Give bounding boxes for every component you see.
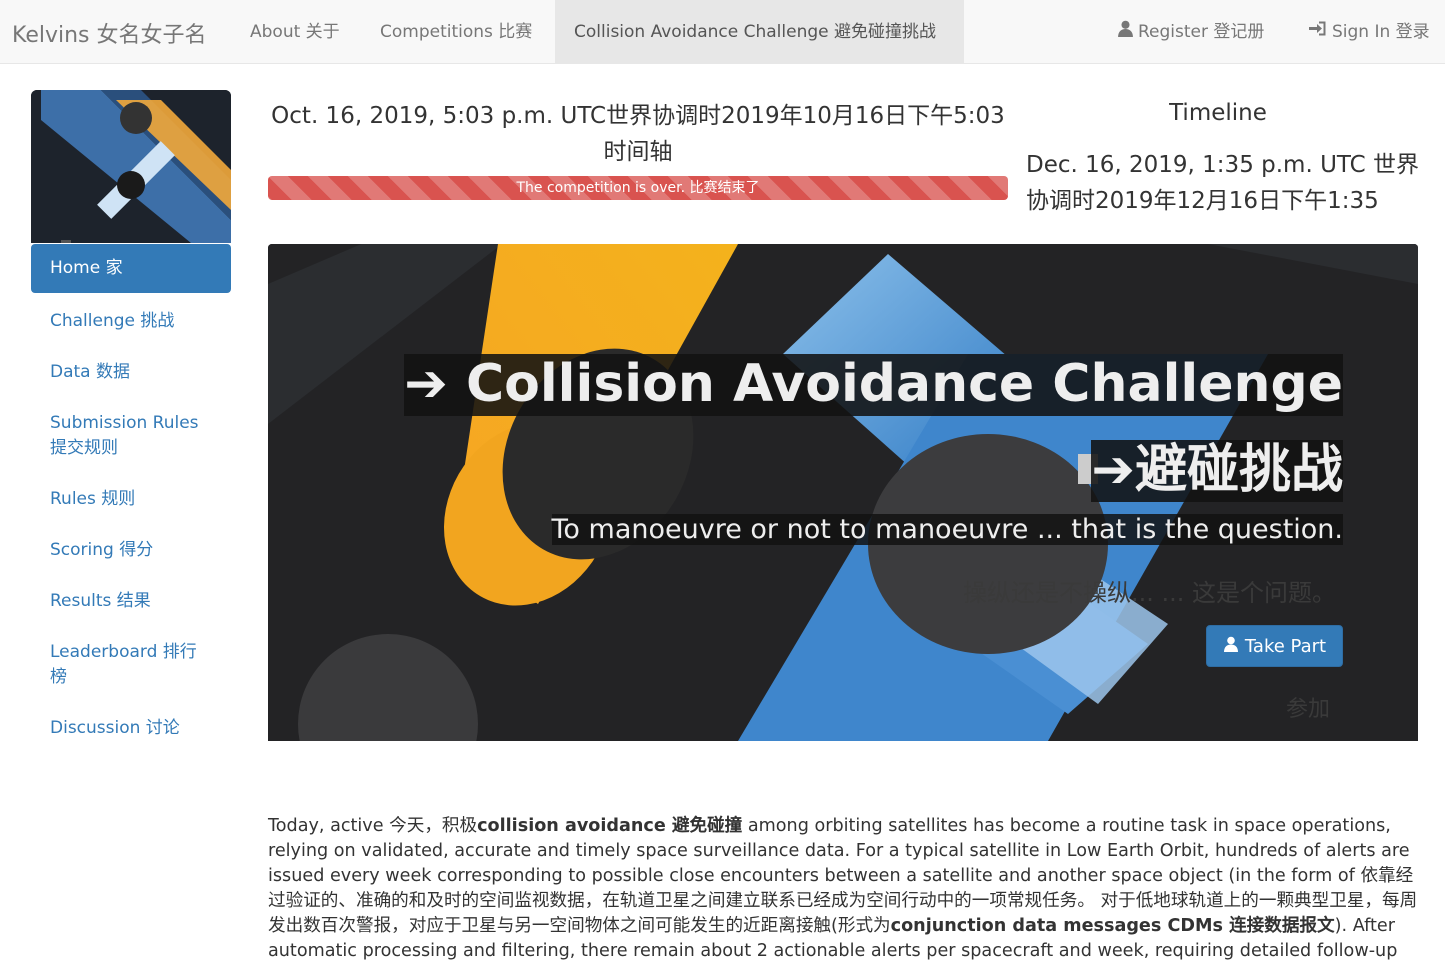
hero-banner: ➔ Collision Avoidance Challenge ➔避碰挑战 To…: [268, 244, 1418, 741]
sidebar-item-leaderboard[interactable]: Leaderboard 排行榜: [31, 628, 231, 702]
challenge-logo-image: [31, 90, 231, 243]
sidebar-item-discussion[interactable]: Discussion 讨论: [31, 704, 231, 753]
take-part-label: Take Part: [1244, 635, 1327, 657]
log-in-icon: [1308, 0, 1328, 64]
sidebar-item-scoring[interactable]: Scoring 得分: [31, 526, 231, 575]
competition-status-bar: The competition is over. 比赛结束了: [268, 176, 1008, 200]
nav-collision-avoidance-challenge[interactable]: Collision Avoidance Challenge 避免碰撞挑战: [555, 0, 964, 63]
intro-paragraph: Today, active 今天，积极collision avoidance 避…: [268, 814, 1418, 964]
nav-sign-in[interactable]: Sign In 登录: [1289, 0, 1438, 63]
sidebar-item-challenge[interactable]: Challenge 挑战: [31, 297, 231, 346]
sidebar-nav: Home 家 Challenge 挑战 Data 数据 Submission R…: [31, 244, 231, 755]
hero-subtitle: To manoeuvre or not to manoeuvre ... tha…: [551, 514, 1343, 545]
take-part-button[interactable]: Take Part: [1206, 625, 1343, 667]
sign-in-label: Sign In 登录: [1332, 21, 1430, 42]
brand-logo-text[interactable]: Kelvins 女名女子名: [12, 17, 207, 49]
take-part-label-zh: 参加: [1285, 697, 1330, 722]
end-date: Dec. 16, 2019, 1:35 p.m. UTC 世界协调时2019年1…: [1026, 152, 1419, 214]
intro-bold-2: conjunction data messages CDMs 连接数据报文: [890, 916, 1335, 936]
nav-competitions[interactable]: Competitions 比赛: [361, 0, 551, 63]
hero-subtitle-zh: 操纵还是不操纵... ... 这是个问题。: [962, 579, 1336, 607]
sidebar-item-submission-rules[interactable]: Submission Rules 提交规则: [31, 399, 231, 473]
sidebar-item-data[interactable]: Data 数据: [31, 348, 231, 397]
sidebar-item-results[interactable]: Results 结果: [31, 577, 231, 626]
sidebar-item-rules[interactable]: Rules 规则: [31, 475, 231, 524]
nav-register[interactable]: Register 登记册: [1098, 0, 1283, 63]
sidebar-item-home[interactable]: Home 家: [31, 244, 231, 293]
nav-about[interactable]: About 关于: [231, 0, 359, 63]
timeline-heading: Timeline: [1169, 100, 1267, 126]
user-icon: [1117, 0, 1134, 64]
user-icon: [1223, 636, 1239, 657]
intro-text-1: Today, active 今天，积极: [268, 816, 478, 836]
intro-bold-1: collision avoidance 避免碰撞: [477, 816, 743, 836]
start-date: Oct. 16, 2019, 5:03 p.m. UTC世界协调时2019年10…: [271, 103, 1005, 165]
register-label: Register 登记册: [1138, 21, 1265, 42]
top-navbar: Kelvins 女名女子名 About 关于 Competitions 比赛 C…: [0, 0, 1445, 64]
hero-title: ➔ Collision Avoidance Challenge ➔避碰挑战: [404, 354, 1343, 502]
